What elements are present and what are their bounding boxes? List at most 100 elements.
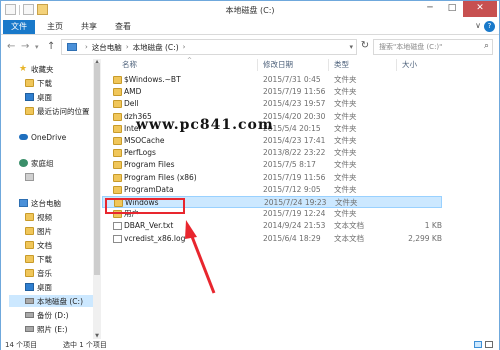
sidebar-item-photos-e[interactable]: 照片 (E:) <box>25 323 68 335</box>
file-date: 2015/7/5 8:17 <box>263 160 316 170</box>
sidebar-item-music[interactable]: 音乐 <box>25 267 52 279</box>
sidebar-item-pictures[interactable]: 图片 <box>25 225 52 237</box>
file-name: Dell <box>124 99 139 109</box>
file-date: 2013/8/22 23:22 <box>263 148 326 158</box>
up-button[interactable]: ↑ <box>47 41 55 52</box>
drive-icon <box>25 312 34 318</box>
sidebar-item-this-pc[interactable]: 这台电脑 <box>19 197 61 209</box>
sidebar-item-downloads-pc[interactable]: 下载 <box>25 253 52 265</box>
status-bar: 14 个项目 选中 1 个项目 <box>1 340 499 350</box>
file-name: Program Files <box>124 160 175 170</box>
navigation-pane: ★ 收藏夹 下载 桌面 最近访问的位置 OneDrive 家庭组 这台电脑 视频 … <box>1 59 93 339</box>
nav-pane-scroll-thumb[interactable] <box>94 63 100 275</box>
sidebar-item-desktop-pc[interactable]: 桌面 <box>25 281 52 293</box>
tab-view[interactable]: 查看 <box>109 20 137 34</box>
file-type: 文件夹 <box>334 160 357 170</box>
table-row[interactable]: MSOCache 2015/4/23 17:41 文件夹 <box>102 135 442 147</box>
file-date: 2015/7/19 11:56 <box>263 172 326 182</box>
user-icon <box>25 173 34 181</box>
file-date: 2015/4/23 17:41 <box>263 136 326 145</box>
column-divider[interactable] <box>257 59 258 71</box>
sidebar-item-label: 音乐 <box>37 268 52 278</box>
sidebar-item-onedrive[interactable]: OneDrive <box>19 131 66 143</box>
recent-locations-button[interactable]: ▾ <box>35 43 39 51</box>
folder-icon <box>113 88 122 97</box>
column-header-type[interactable]: 类型 <box>334 59 349 71</box>
table-row[interactable]: PerfLogs 2013/8/22 23:22 文件夹 <box>102 147 442 159</box>
folder-icon <box>25 241 34 249</box>
details-view-icon[interactable] <box>474 341 482 348</box>
help-icon[interactable]: ? <box>484 21 495 32</box>
file-name: $Windows.~BT <box>124 75 181 84</box>
forward-button[interactable]: → <box>21 41 29 52</box>
sidebar-item-documents[interactable]: 文档 <box>25 239 52 251</box>
sidebar-item-backup-d[interactable]: 备份 (D:) <box>25 309 69 321</box>
sidebar-item-label: 桌面 <box>37 92 52 102</box>
table-row[interactable]: Program Files (x86) 2015/7/19 11:56 文件夹 <box>102 172 442 184</box>
folder-icon <box>25 255 34 263</box>
column-divider[interactable] <box>396 59 397 71</box>
minimize-button[interactable]: ─ <box>419 1 441 17</box>
watermark-text: www.pc841.com <box>136 117 274 133</box>
sidebar-item-favorites[interactable]: ★ 收藏夹 <box>19 63 54 75</box>
tab-home[interactable]: 主页 <box>41 20 69 34</box>
sidebar-item-label: 下载 <box>37 78 52 88</box>
table-row[interactable]: $Windows.~BT 2015/7/31 0:45 文件夹 <box>102 74 442 86</box>
sidebar-item-desktop[interactable]: 桌面 <box>25 91 52 103</box>
breadcrumb-this-pc[interactable]: 这台电脑 <box>92 42 122 53</box>
table-row[interactable]: AMD 2015/7/19 11:56 文件夹 <box>102 86 442 98</box>
file-date: 2014/9/24 21:53 <box>263 221 326 231</box>
drive-icon <box>25 298 34 304</box>
tab-share[interactable]: 共享 <box>75 20 103 34</box>
search-icon[interactable]: ⌕ <box>484 41 489 51</box>
back-button[interactable]: ← <box>7 41 15 52</box>
sidebar-item-downloads[interactable]: 下载 <box>25 77 52 89</box>
file-type: 文件夹 <box>334 75 357 84</box>
folder-icon <box>113 149 122 158</box>
file-date: 2015/6/4 18:29 <box>263 233 321 243</box>
refresh-icon[interactable]: ↻ <box>359 40 371 54</box>
title-bar: 本地磁盘 (C:) ─ □ ✕ <box>1 1 499 19</box>
breadcrumb-separator: › <box>125 43 129 51</box>
sidebar-item-user[interactable] <box>25 171 37 183</box>
sidebar-item-label: 收藏夹 <box>31 64 54 74</box>
column-header-date[interactable]: 修改日期 <box>263 59 293 71</box>
sidebar-item-recent-places[interactable]: 最近访问的位置 <box>25 105 90 117</box>
file-size: 2,299 KB <box>408 233 442 243</box>
file-name: DBAR_Ver.txt <box>124 221 174 231</box>
file-type: 文件夹 <box>334 87 357 97</box>
table-row[interactable]: Program Files 2015/7/5 8:17 文件夹 <box>102 159 442 171</box>
file-name: vcredist_x86.log <box>124 233 186 243</box>
folder-icon <box>113 76 122 84</box>
nav-pane-scrollbar[interactable]: ▲ ▼ <box>93 59 101 339</box>
column-header-name[interactable]: 名称 <box>122 59 137 71</box>
table-row[interactable]: ProgramData 2015/7/12 9:05 文件夹 <box>102 184 442 196</box>
file-date: 2015/7/24 19:23 <box>264 198 327 207</box>
folder-icon <box>113 173 122 182</box>
address-bar[interactable]: › 这台电脑 › 本地磁盘 (C:) › ▾ <box>61 39 357 55</box>
address-dropdown-icon[interactable]: ▾ <box>349 43 353 51</box>
folder-icon <box>25 107 34 115</box>
file-date: 2015/7/19 11:56 <box>263 87 326 97</box>
sidebar-item-homegroup[interactable]: 家庭组 <box>19 157 54 169</box>
table-row[interactable]: DBAR_Ver.txt 2014/9/24 21:53 文本文档 1 KB <box>102 220 442 232</box>
tab-file[interactable]: 文件 <box>3 20 35 34</box>
expand-ribbon-button[interactable]: ∨ <box>475 21 481 30</box>
sidebar-item-local-disk-c[interactable]: 本地磁盘 (C:) <box>9 295 93 307</box>
search-input[interactable]: 搜索"本地磁盘 (C:)" ⌕ <box>373 39 493 55</box>
annotation-highlight-box <box>105 198 185 214</box>
sidebar-item-videos[interactable]: 视频 <box>25 211 52 223</box>
file-type: 文件夹 <box>334 99 357 109</box>
column-header-size[interactable]: 大小 <box>402 59 417 71</box>
column-divider[interactable] <box>328 59 329 71</box>
large-icons-view-icon[interactable] <box>485 341 493 348</box>
close-button[interactable]: ✕ <box>463 1 497 17</box>
maximize-button[interactable]: □ <box>441 1 463 17</box>
file-type: 文本文档 <box>334 233 364 243</box>
sidebar-item-label: 家庭组 <box>31 158 54 168</box>
item-count: 14 个项目 <box>5 341 38 349</box>
scroll-down-arrow-icon[interactable]: ▼ <box>93 333 101 339</box>
breadcrumb-local-disk-c[interactable]: 本地磁盘 (C:) <box>133 42 179 53</box>
table-row[interactable]: Dell 2015/4/23 19:57 文件夹 <box>102 98 442 110</box>
table-row[interactable]: vcredist_x86.log 2015/6/4 18:29 文本文档 2,299 … <box>102 233 442 245</box>
